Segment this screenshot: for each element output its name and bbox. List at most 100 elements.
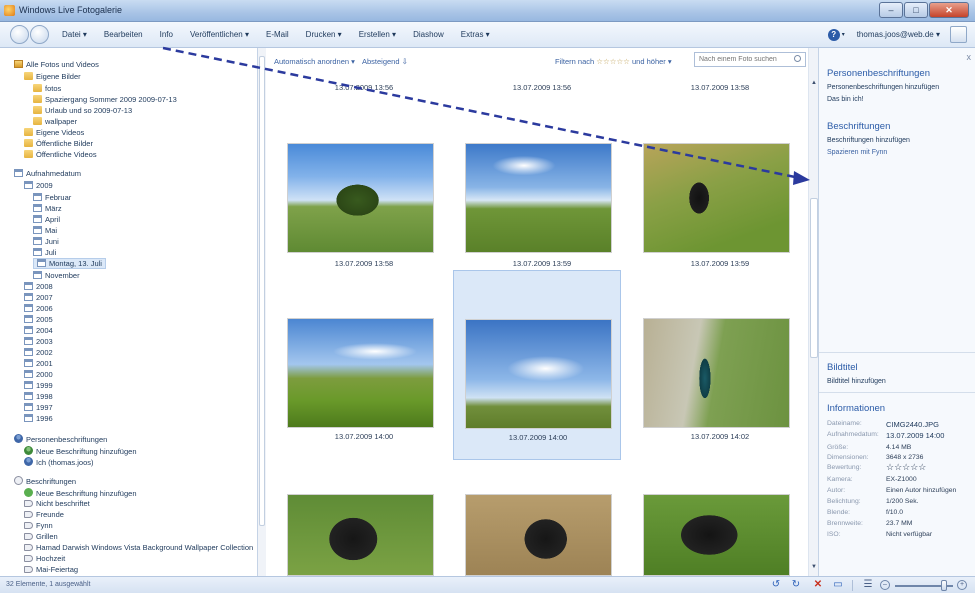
- zoom-slider-thumb[interactable]: [941, 580, 948, 591]
- rotate-right-icon[interactable]: ↻: [790, 579, 802, 591]
- photo-thumbnail[interactable]: 13.07.2009 14:02: [636, 270, 804, 460]
- menu-veroeffentlichen[interactable]: Veröffentlichen ▾: [190, 30, 249, 39]
- nav-all-photos[interactable]: Alle Fotos und Videos: [14, 60, 99, 69]
- order-toggle[interactable]: Absteigend ⇩: [362, 57, 408, 66]
- nav-year-2005[interactable]: 2005: [24, 315, 53, 324]
- help-icon[interactable]: ?: [827, 28, 840, 41]
- nav-year-1998[interactable]: 1998: [24, 392, 53, 401]
- nav-tags-header[interactable]: Beschriftungen: [14, 476, 76, 486]
- search-input[interactable]: [694, 52, 806, 67]
- scroll-up-icon[interactable]: ▲: [811, 80, 817, 86]
- zoom-in-icon[interactable]: +: [957, 580, 967, 590]
- forward-button[interactable]: [30, 25, 49, 44]
- minimize-button[interactable]: –: [879, 2, 903, 18]
- nav-year-2000[interactable]: 2000: [24, 370, 53, 379]
- nav-year-2008[interactable]: 2008: [24, 282, 53, 291]
- nav-month-maerz[interactable]: März: [33, 204, 62, 213]
- nav-year-1996[interactable]: 1996: [24, 414, 53, 423]
- nav-year-2001[interactable]: 2001: [24, 359, 53, 368]
- filter-stars[interactable]: ☆☆☆☆☆: [596, 57, 630, 66]
- nav-folder-wallpaper[interactable]: wallpaper: [33, 117, 77, 126]
- photo-image[interactable]: [287, 143, 434, 253]
- nav-month-april[interactable]: April: [33, 215, 60, 224]
- nav-month-februar[interactable]: Februar: [33, 193, 71, 202]
- nav-tag-untagged[interactable]: Nicht beschriftet: [24, 499, 90, 508]
- maximize-button[interactable]: □: [904, 2, 928, 18]
- account-menu[interactable]: thomas.joos@web.de ▾: [857, 30, 940, 39]
- scroll-down-icon[interactable]: ▼: [811, 564, 817, 570]
- menu-drucken[interactable]: Drucken ▾: [306, 30, 342, 39]
- photo-thumbnail[interactable]: 13.07.2009 14:00: [280, 270, 448, 460]
- add-people-tag-link[interactable]: Personenbeschriftungen hinzufügen: [827, 84, 939, 91]
- people-tag-value[interactable]: Das bin ich!: [827, 96, 864, 103]
- nav-scrollbar[interactable]: [258, 48, 266, 576]
- menu-datei[interactable]: Datei ▾: [62, 30, 87, 39]
- nav-month-juli[interactable]: Juli: [33, 248, 56, 257]
- add-author-link[interactable]: Einen Autor hinzufügen: [886, 487, 956, 494]
- photo-thumbnail[interactable]: [465, 494, 612, 576]
- photo-image[interactable]: [465, 143, 612, 253]
- slideshow-icon[interactable]: ▭: [832, 579, 844, 591]
- nav-tag-add[interactable]: Neue Beschriftung hinzufügen: [24, 488, 137, 498]
- nav-tag-grillen[interactable]: Grillen: [24, 532, 58, 541]
- nav-year-2003[interactable]: 2003: [24, 337, 53, 346]
- back-button[interactable]: [10, 25, 29, 44]
- nav-year-1999[interactable]: 1999: [24, 381, 53, 390]
- help-dropdown-arrow[interactable]: ▾: [842, 31, 845, 38]
- menu-email[interactable]: E-Mail: [266, 30, 289, 39]
- nav-people-add[interactable]: Neue Beschriftung hinzufügen: [24, 446, 137, 456]
- nav-tag-hamad[interactable]: Hamad Darwish Windows Vista Background W…: [24, 543, 253, 552]
- add-caption-link[interactable]: Bildtitel hinzufügen: [827, 378, 886, 385]
- menu-extras[interactable]: Extras ▾: [461, 30, 490, 39]
- nav-aufnahmedatum[interactable]: Aufnahmedatum: [14, 169, 81, 178]
- nav-scrollbar-thumb[interactable]: [259, 56, 265, 526]
- nav-eigene-bilder[interactable]: Eigene Bilder: [24, 72, 81, 81]
- photo-image[interactable]: [287, 318, 434, 428]
- nav-people-header[interactable]: Personenbeschriftungen: [14, 434, 107, 444]
- zoom-out-icon[interactable]: –: [880, 580, 890, 590]
- photo-thumbnail-selected[interactable]: 13.07.2009 14:00: [453, 270, 621, 460]
- thumbnail-scrollbar[interactable]: ▲ ▼: [808, 48, 818, 576]
- nav-tag-freunde[interactable]: Freunde: [24, 510, 64, 519]
- menu-bearbeiten[interactable]: Bearbeiten: [104, 30, 143, 39]
- close-pane-icon[interactable]: x: [967, 52, 972, 62]
- sort-dropdown[interactable]: Automatisch anordnen ▾: [274, 57, 355, 66]
- menu-diashow[interactable]: Diashow: [413, 30, 444, 39]
- menu-erstellen[interactable]: Erstellen ▾: [359, 30, 396, 39]
- nav-eigene-videos[interactable]: Eigene Videos: [24, 128, 84, 137]
- nav-folder-urlaub[interactable]: Urlaub und so 2009-07-13: [33, 106, 132, 115]
- filter-suffix[interactable]: und höher ▾: [632, 57, 672, 66]
- nav-month-mai[interactable]: Mai: [33, 226, 57, 235]
- nav-month-juni[interactable]: Juni: [33, 237, 59, 246]
- nav-year-2007[interactable]: 2007: [24, 293, 53, 302]
- photo-thumbnail[interactable]: [643, 494, 790, 576]
- nav-folder-spaziergang[interactable]: Spaziergang Sommer 2009 2009-07-13: [33, 95, 177, 104]
- photo-thumbnail[interactable]: [287, 494, 434, 576]
- nav-oeffentliche-bilder[interactable]: Öffentliche Bilder: [24, 139, 93, 148]
- add-tags-link[interactable]: Beschriftungen hinzufügen: [827, 137, 910, 144]
- rating-filter[interactable]: Filtern nach ☆☆☆☆☆ und höher ▾: [555, 57, 672, 66]
- nav-month-november[interactable]: November: [33, 271, 80, 280]
- rating-stars[interactable]: ☆☆☆☆☆: [886, 462, 926, 473]
- nav-day-selected[interactable]: Montag, 13. Juli: [33, 258, 106, 269]
- nav-people-me[interactable]: Ich (thomas.joos): [24, 457, 94, 467]
- close-button[interactable]: ✕: [929, 2, 969, 18]
- search-icon[interactable]: [794, 55, 801, 62]
- nav-tag-fynn[interactable]: Fynn: [24, 521, 53, 530]
- thumbnail-scrollbar-thumb[interactable]: [810, 198, 818, 358]
- delete-icon[interactable]: ✕: [812, 579, 824, 591]
- nav-year-2002[interactable]: 2002: [24, 348, 53, 357]
- rotate-left-icon[interactable]: ↺: [770, 579, 782, 591]
- photo-image[interactable]: [643, 143, 790, 253]
- photo-image[interactable]: [643, 318, 790, 428]
- details-view-icon[interactable]: ☰: [862, 579, 874, 591]
- nav-year-2006[interactable]: 2006: [24, 304, 53, 313]
- nav-oeffentliche-videos[interactable]: Öffentliche Videos: [24, 150, 97, 159]
- nav-year-1997[interactable]: 1997: [24, 403, 53, 412]
- nav-folder-fotos[interactable]: fotos: [33, 84, 61, 93]
- nav-year-2004[interactable]: 2004: [24, 326, 53, 335]
- tag-value[interactable]: Spazieren mit Fynn: [827, 149, 887, 156]
- nav-tag-hochzeit[interactable]: Hochzeit: [24, 554, 65, 563]
- nav-year-2009[interactable]: 2009: [24, 181, 53, 190]
- nav-tag-mai[interactable]: Mai-Feiertag: [24, 565, 78, 574]
